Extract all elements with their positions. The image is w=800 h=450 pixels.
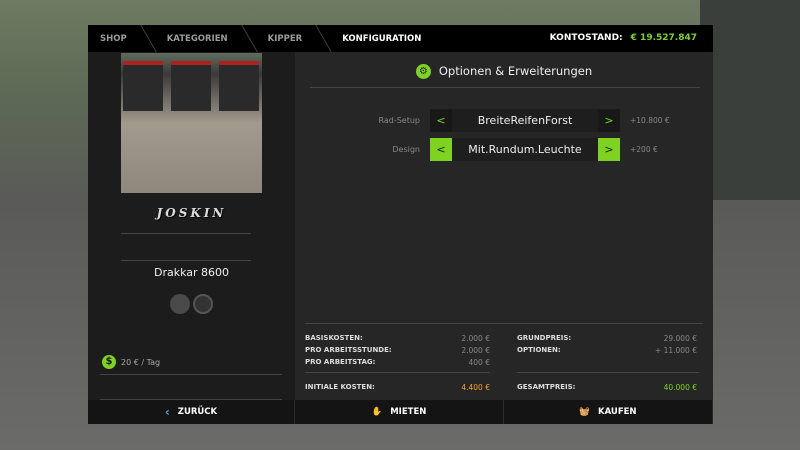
vehicle-image <box>121 53 262 193</box>
chevron-right-icon[interactable]: > <box>598 109 620 132</box>
breadcrumb-konfiguration: KONFIGURATION <box>330 34 435 44</box>
divider <box>305 372 490 373</box>
chevron-left-icon[interactable]: < <box>430 138 452 161</box>
option-value: Mit.Rundum.Leuchte <box>452 138 598 161</box>
vehicle-name: Drakkar 8600 <box>88 266 295 279</box>
trailer-shape <box>123 61 163 111</box>
daily-rate: $20 € / Tag <box>102 355 160 369</box>
rad-setup-selector[interactable]: < BreiteReifenForst > <box>430 109 620 132</box>
price-label: GRUNDPREIS: <box>517 334 571 342</box>
vehicle-column: JOSKIN Drakkar 8600 $20 € / Tag <box>88 52 295 400</box>
cost-label: PRO ARBEITSSTUNDE: <box>305 346 392 354</box>
brand-logo: JOSKIN <box>88 206 295 220</box>
trailer-shape <box>219 61 259 111</box>
cost-value: 2.000 € <box>425 346 490 355</box>
back-label: ZURÜCK <box>178 407 217 417</box>
header-bar: SHOP KATEGORIEN KIPPER KONFIGURATION KON… <box>88 25 713 52</box>
buy-label: KAUFEN <box>598 407 637 417</box>
chevron-left-icon[interactable]: < <box>430 109 452 132</box>
account-balance: KONTOSTAND: € 19.527.847 <box>550 33 697 43</box>
breadcrumb-shop[interactable]: SHOP <box>88 34 141 44</box>
rent-hand-icon: ✋ <box>372 407 383 417</box>
back-button[interactable]: ‹ ZURÜCK <box>88 400 295 424</box>
option-rad-setup: Rad-Setup < BreiteReifenForst > +10.800 … <box>295 109 713 132</box>
balance-label: KONTOSTAND: <box>550 33 623 43</box>
price-label: OPTIONEN: <box>517 346 561 354</box>
options-title: ⚙ Optionen & Erweiterungen <box>295 64 713 79</box>
price-value: + 11.000 € <box>615 346 697 355</box>
tire-icon <box>193 294 213 314</box>
total-price-label: GESAMTPREIS: <box>517 383 575 391</box>
total-price-value: 40.000 € <box>615 383 697 392</box>
breadcrumb-kipper[interactable]: KIPPER <box>256 34 317 44</box>
divider <box>517 372 699 373</box>
cost-value: 400 € <box>425 358 490 367</box>
dollar-icon: $ <box>102 355 116 369</box>
design-selector[interactable]: < Mit.Rundum.Leuchte > <box>430 138 620 161</box>
wrench-gear-icon: ⚙ <box>416 64 431 79</box>
chevron-right-icon[interactable]: > <box>598 138 620 161</box>
rate-text: 20 € / Tag <box>121 358 160 367</box>
rent-button[interactable]: ✋ MIETEN <box>295 400 504 424</box>
shop-config-panel: SHOP KATEGORIEN KIPPER KONFIGURATION KON… <box>88 25 713 424</box>
basket-icon: 🧺 <box>579 407 590 417</box>
price-value: 29.000 € <box>615 334 697 343</box>
background-scene <box>700 0 800 200</box>
action-bar: ‹ ZURÜCK ✋ MIETEN 🧺 KAUFEN <box>88 400 713 424</box>
divider <box>121 260 251 261</box>
rent-label: MIETEN <box>390 407 426 417</box>
option-value: BreiteReifenForst <box>452 109 598 132</box>
initial-cost-value: 4.400 € <box>425 383 490 392</box>
cost-label: PRO ARBEITSTAG: <box>305 358 375 366</box>
trailer-shape <box>171 61 211 111</box>
divider <box>310 87 700 88</box>
chevron-left-icon: ‹ <box>165 405 170 419</box>
divider <box>100 374 282 375</box>
balance-value: € 19.527.847 <box>631 33 697 43</box>
cost-value: 2.000 € <box>425 334 490 343</box>
initial-cost-label: INITIALE KOSTEN: <box>305 383 375 391</box>
divider <box>121 233 251 234</box>
options-column: ⚙ Optionen & Erweiterungen Rad-Setup < Br… <box>295 52 713 400</box>
option-price: +200 € <box>630 145 658 154</box>
option-label: Design <box>295 145 430 154</box>
option-label: Rad-Setup <box>295 116 430 125</box>
buy-button[interactable]: 🧺 KAUFEN <box>504 400 713 424</box>
breadcrumb-kategorien[interactable]: KATEGORIEN <box>155 34 242 44</box>
options-title-text: Optionen & Erweiterungen <box>439 64 592 78</box>
divider <box>305 323 703 324</box>
option-price: +10.800 € <box>630 116 670 125</box>
option-design: Design < Mit.Rundum.Leuchte > +200 € <box>295 138 713 161</box>
cost-label: BASISKOSTEN: <box>305 334 363 342</box>
color-icon <box>170 294 190 314</box>
